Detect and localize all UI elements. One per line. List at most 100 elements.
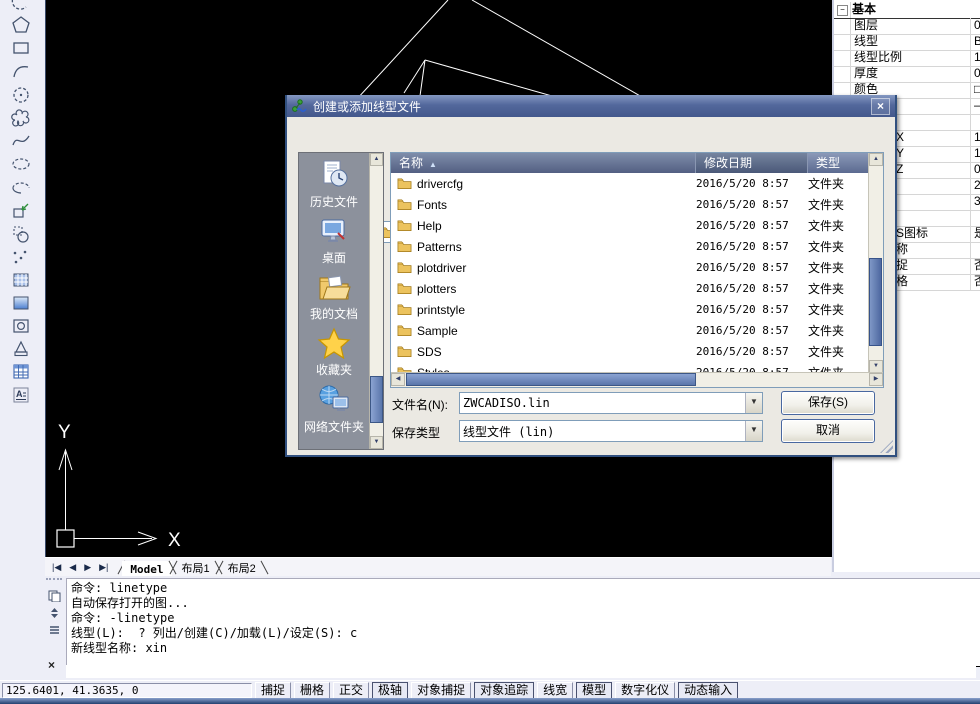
place-favorites[interactable]: 收藏夹 — [299, 327, 369, 378]
polygon-icon[interactable] — [9, 14, 33, 36]
scroll-up-icon[interactable]: ▲ — [370, 153, 383, 166]
dialog-titlebar[interactable]: 创建或添加线型文件 × — [287, 95, 895, 117]
sort-asc-icon: ▲ — [429, 160, 437, 169]
scroll-left-icon[interactable]: ◀ — [391, 373, 405, 386]
tab-layout2[interactable]: 布局2 — [220, 558, 264, 577]
arc-segment-icon[interactable] — [9, 0, 33, 12]
status-grid[interactable]: 栅格 — [294, 682, 330, 699]
column-name[interactable]: 名称▲ — [391, 153, 696, 173]
command-options-icon[interactable] — [46, 622, 62, 637]
list-vscroll-thumb[interactable] — [869, 258, 882, 346]
gradient-icon[interactable] — [9, 292, 33, 314]
status-dyninput[interactable]: 动态输入 — [678, 682, 738, 699]
folder-icon — [397, 219, 412, 232]
dialog-title: 创建或添加线型文件 — [313, 98, 421, 115]
scroll-down-icon[interactable]: ▼ — [370, 436, 383, 449]
filetype-combo[interactable]: 线型文件 (lin) ▼ — [459, 420, 763, 442]
status-osnap[interactable]: 对象捕捉 — [411, 682, 471, 699]
command-expand-icon[interactable] — [46, 605, 62, 620]
combo-dropdown-icon[interactable]: ▼ — [745, 421, 762, 441]
props-group-basic[interactable]: − 基本 — [834, 2, 980, 19]
status-lineweight[interactable]: 线宽 — [537, 682, 573, 699]
status-snap[interactable]: 捕捉 — [255, 682, 291, 699]
sidebar-scroll-thumb[interactable] — [370, 376, 383, 423]
prop-row[interactable]: 线型比例1 — [834, 50, 980, 67]
prop-row[interactable]: 图层0 — [834, 18, 980, 35]
linetype-dialog-icon — [292, 99, 307, 113]
file-row[interactable]: SDS2016/5/20 8:57文件夹 — [391, 341, 869, 362]
tab-layout1[interactable]: 布局1 — [174, 558, 218, 577]
point-icon[interactable] — [9, 246, 33, 268]
command-history-icon[interactable] — [46, 588, 62, 603]
dialog-resize-grip[interactable] — [880, 440, 893, 453]
tab-nav-first[interactable]: |◀ — [49, 561, 64, 574]
cancel-button[interactable]: 取消 — [781, 419, 875, 443]
list-horizontal-scrollbar[interactable]: ◀ ▶ — [391, 372, 883, 387]
prop-row[interactable]: 厚度0 — [834, 66, 980, 83]
scroll-right-icon[interactable]: ▶ — [869, 373, 883, 386]
folder-icon — [397, 261, 412, 274]
list-hscroll-thumb[interactable] — [406, 373, 696, 386]
combo-dropdown-icon[interactable]: ▼ — [745, 393, 762, 413]
status-digitizer[interactable]: 数字化仪 — [615, 682, 675, 699]
mtext-icon[interactable]: A — [9, 384, 33, 406]
coordinates-display: 125.6401, 41.3635, 0 — [2, 683, 252, 698]
rectangle-icon[interactable] — [9, 37, 33, 59]
make-block-icon[interactable] — [9, 223, 33, 245]
insert-block-icon[interactable] — [9, 200, 33, 222]
file-row[interactable]: Sample2016/5/20 8:57文件夹 — [391, 320, 869, 341]
file-row[interactable]: Patterns2016/5/20 8:57文件夹 — [391, 236, 869, 257]
status-polar[interactable]: 极轴 — [372, 682, 408, 699]
file-row[interactable]: Help2016/5/20 8:57文件夹 — [391, 215, 869, 236]
column-type[interactable]: 类型 — [808, 153, 869, 173]
file-row[interactable]: drivercfg2016/5/20 8:57文件夹 — [391, 173, 869, 194]
collapse-icon[interactable]: − — [837, 5, 848, 16]
list-vertical-scrollbar[interactable]: ▲ ▼ — [868, 153, 883, 373]
status-otrack[interactable]: 对象追踪 — [474, 682, 534, 699]
hatch-icon[interactable] — [9, 269, 33, 291]
dialog-close-button[interactable]: × — [871, 98, 890, 115]
column-date[interactable]: 修改日期 — [696, 153, 808, 173]
tab-nav-prev[interactable]: ◀ — [66, 561, 79, 574]
command-grip[interactable] — [46, 578, 62, 584]
arc-icon[interactable] — [9, 60, 33, 82]
tab-model[interactable]: Model — [122, 561, 171, 577]
place-desktop[interactable]: 桌面 — [299, 215, 369, 266]
tab-nav-last[interactable]: ▶| — [96, 561, 111, 574]
place-my-documents[interactable]: 我的文档 — [299, 271, 369, 322]
layout-tabstrip: |◀ ◀ ▶ ▶| Model 布局1 布局2 — [45, 557, 831, 577]
revision-cloud-icon[interactable] — [9, 107, 33, 129]
ucs-y-label: Y — [58, 422, 71, 443]
place-history[interactable]: 历史文件 — [299, 159, 369, 210]
spline-icon[interactable] — [9, 130, 33, 152]
filetype-label: 保存类型 — [392, 424, 440, 441]
tab-nav-next[interactable]: ▶ — [81, 561, 94, 574]
svg-text:A: A — [16, 389, 23, 399]
file-row[interactable]: plotters2016/5/20 8:57文件夹 — [391, 278, 869, 299]
file-row[interactable]: printstyle2016/5/20 8:57文件夹 — [391, 299, 869, 320]
status-model[interactable]: 模型 — [576, 682, 612, 699]
file-row[interactable]: Fonts2016/5/20 8:57文件夹 — [391, 194, 869, 215]
folder-icon — [397, 282, 412, 295]
ellipse-icon[interactable] — [9, 153, 33, 175]
cone-icon[interactable] — [9, 338, 33, 360]
filename-value: ZWCADISO.lin — [460, 396, 745, 410]
status-ortho[interactable]: 正交 — [333, 682, 369, 699]
circle-icon[interactable] — [9, 84, 33, 106]
place-network[interactable]: 网络文件夹 — [299, 384, 369, 435]
ellipse-arc-icon[interactable] — [9, 177, 33, 199]
table-icon[interactable] — [9, 361, 33, 383]
command-input[interactable] — [66, 665, 976, 678]
save-button[interactable]: 保存(S) — [781, 391, 875, 415]
sidebar-scrollbar[interactable]: ▲ ▼ — [369, 153, 383, 449]
region-icon[interactable] — [9, 315, 33, 337]
command-history[interactable]: 命令: linetype 自动保存打开的图... 命令: -linetype 线… — [66, 578, 980, 667]
scroll-up-icon[interactable]: ▲ — [869, 153, 883, 166]
command-close-icon[interactable]: × — [48, 658, 55, 672]
file-row[interactable]: plotdriver2016/5/20 8:57文件夹 — [391, 257, 869, 278]
filename-combo[interactable]: ZWCADISO.lin ▼ — [459, 392, 763, 414]
tab-nav: |◀ ◀ ▶ ▶| — [49, 561, 111, 574]
save-linetype-dialog: 创建或添加线型文件 × 保存在(I): ZWCAD Classic Chs ▼ … — [285, 95, 897, 457]
folder-icon — [397, 198, 412, 211]
prop-row[interactable]: 线型B — [834, 34, 980, 51]
